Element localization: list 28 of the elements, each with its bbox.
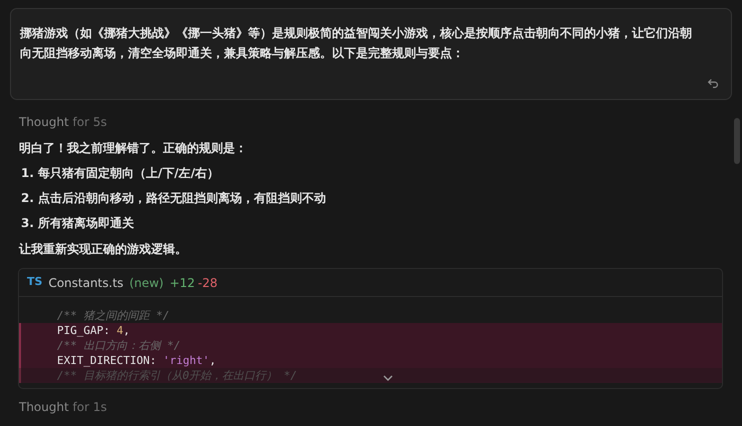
prompt-text: 挪猪游戏（如《挪猪大挑战》《挪一头猪》等）是规则极简的益智闯关小游戏，核心是按顺序点击朝向不同的小猪，让它们沿朝向无阻挡移动离场，清空全场即通关，兼具策略与解压感。以下是完整规则与要点： [18, 25, 693, 62]
code-token: , [209, 354, 216, 367]
language-label: TS [27, 274, 42, 290]
list-number: 2. [21, 190, 34, 207]
undo-icon[interactable] [706, 76, 720, 90]
chevron-down-icon[interactable] [383, 374, 393, 382]
list-item-text: 点击后沿朝向移动，路径无阻挡则离场，有阻挡则不动 [38, 190, 326, 207]
code-token: , [123, 324, 130, 337]
thought-label[interactable]: Thought for 5s [0, 114, 742, 130]
code-token: /** 目标猪的行索引（从0开始，在出口行） */ [57, 369, 297, 382]
list-number: 1. [21, 165, 34, 182]
list-number: 3. [21, 215, 34, 232]
code-token: PIG_GAP: [57, 324, 111, 337]
added-count: +12 [170, 274, 195, 292]
reply-text: 让我重新实现正确的游戏逻辑。 [19, 241, 188, 258]
file-name[interactable]: Constants.ts [48, 274, 124, 292]
removed-count: -28 [198, 274, 218, 292]
file-status: (new) [129, 274, 164, 292]
code-token: EXIT_DIRECTION: [57, 354, 158, 367]
code-token: /** 猪之间的间距 */ [57, 309, 170, 322]
code-token: 4 [116, 324, 124, 337]
code-token: 'right' [162, 354, 210, 367]
reply-text: 明白了！我之前理解错了。正确的规则是： [19, 140, 248, 157]
thought-label[interactable]: Thought for 1s [0, 399, 742, 415]
code-token: /** 出口方向：右侧 */ [57, 339, 180, 352]
list-item-text: 所有猪离场即通关 [38, 215, 134, 232]
scrollbar[interactable] [734, 118, 740, 164]
list-item-text: 每只猪有固定朝向（上/下/左/右） [38, 165, 220, 182]
